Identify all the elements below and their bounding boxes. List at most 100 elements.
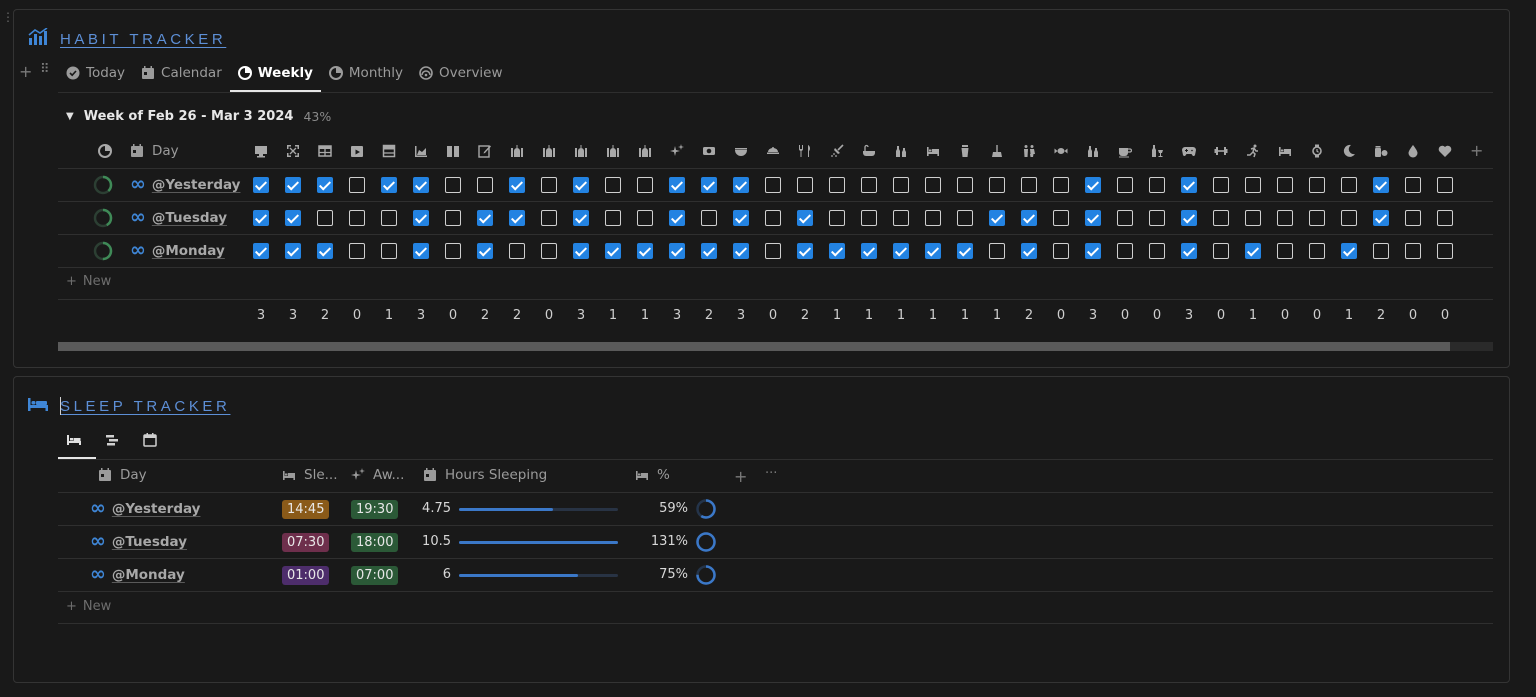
broom-icon[interactable] [988,142,1006,160]
habit-new-row-button[interactable]: + New [66,274,111,289]
habit-checkbox[interactable] [1085,177,1101,193]
row-title[interactable]: ∞ @Monday [130,241,225,260]
habit-checkbox[interactable] [253,243,269,259]
mosque-icon[interactable] [604,142,622,160]
habit-checkbox[interactable] [1021,243,1037,259]
habit-checkbox[interactable] [1021,210,1037,226]
habit-checkbox[interactable] [1213,177,1229,193]
habit-checkbox[interactable] [1021,177,1037,193]
date-mention[interactable]: @Yesterday [112,501,201,517]
habit-checkbox[interactable] [541,210,557,226]
drag-handle-icon[interactable]: ⠿ [40,62,49,77]
awake-header[interactable]: Aw... [351,467,404,483]
row-title[interactable]: ∞ @Monday [90,565,185,584]
tab-today[interactable]: Today [58,56,133,90]
habit-checkbox[interactable] [285,177,301,193]
tab-overview[interactable]: Overview [411,56,511,90]
habit-checkbox[interactable] [1277,177,1293,193]
drop-icon[interactable] [1404,142,1422,160]
habit-checkbox[interactable] [541,243,557,259]
habit-checkbox[interactable] [349,177,365,193]
row-title[interactable]: ∞ @Yesterday [130,175,240,194]
eye-icon[interactable] [700,142,718,160]
habit-checkbox[interactable] [573,177,589,193]
habit-checkbox[interactable] [1437,243,1453,259]
habit-checkbox[interactable] [989,243,1005,259]
sleep-time-badge[interactable]: 14:45 [282,500,330,519]
habit-checkbox[interactable] [1373,210,1389,226]
habit-checkbox[interactable] [1373,177,1389,193]
habit-checkbox[interactable] [477,177,493,193]
habit-checkbox[interactable] [605,210,621,226]
habit-checkbox[interactable] [317,243,333,259]
view-tab-calendar[interactable] [136,426,164,454]
mosque-icon[interactable] [508,142,526,160]
awake-time-badge[interactable]: 07:00 [351,566,399,585]
row-title[interactable]: ∞ @Tuesday [130,208,227,227]
awake-time-badge[interactable]: 19:30 [351,500,399,519]
habit-checkbox[interactable] [541,177,557,193]
habit-checkbox[interactable] [445,177,461,193]
habit-checkbox[interactable] [605,243,621,259]
habit-checkbox[interactable] [509,210,525,226]
habit-checkbox[interactable] [797,243,813,259]
habit-checkbox[interactable] [381,177,397,193]
habit-checkbox[interactable] [1437,210,1453,226]
habit-checkbox[interactable] [413,243,429,259]
cutlery-icon[interactable] [796,142,814,160]
sleep-start-header[interactable]: Sle... [282,467,338,483]
habit-checkbox[interactable] [701,177,717,193]
habit-checkbox[interactable] [861,243,877,259]
area-chart-icon[interactable] [412,142,430,160]
edit-icon[interactable] [476,142,494,160]
gamepad-icon[interactable] [1180,142,1198,160]
add-block-icon[interactable]: + [19,62,32,81]
sleep-new-row-button[interactable]: + New [66,599,111,614]
habit-checkbox[interactable] [349,210,365,226]
run-icon[interactable] [1244,142,1262,160]
heart-icon[interactable] [1436,142,1454,160]
sleep-day-header[interactable]: Day [98,467,147,483]
habit-checkbox[interactable] [1053,243,1069,259]
habit-checkbox[interactable] [797,210,813,226]
collapse-caret-icon[interactable]: ▼ [66,111,74,122]
expand-icon[interactable] [284,142,302,160]
habit-checkbox[interactable] [317,210,333,226]
habit-checkbox[interactable] [1053,210,1069,226]
cup-icon[interactable] [956,142,974,160]
progress-column-icon[interactable] [96,142,114,160]
row-title[interactable]: ∞ @Yesterday [90,499,200,518]
habit-checkbox[interactable] [957,243,973,259]
habit-checkbox[interactable] [1181,210,1197,226]
row-title[interactable]: ∞ @Tuesday [90,532,187,551]
habit-checkbox[interactable] [1117,177,1133,193]
habit-checkbox[interactable] [1277,243,1293,259]
habit-checkbox[interactable] [1085,210,1101,226]
mosque-icon[interactable] [572,142,590,160]
habit-checkbox[interactable] [1149,243,1165,259]
habit-checkbox[interactable] [1117,243,1133,259]
habit-checkbox[interactable] [1117,210,1133,226]
block-drag-handle[interactable]: ⋮ [2,11,14,23]
habit-checkbox[interactable] [253,210,269,226]
date-mention[interactable]: @Monday [112,567,185,583]
sleep-time-badge[interactable]: 07:30 [282,533,330,552]
people-icon[interactable] [1020,142,1038,160]
habit-checkbox[interactable] [1245,243,1261,259]
candy-icon[interactable] [1052,142,1070,160]
habit-checkbox[interactable] [1149,210,1165,226]
habit-checkbox[interactable] [765,243,781,259]
bed-icon[interactable] [1276,142,1294,160]
habit-checkbox[interactable] [477,210,493,226]
habit-checkbox[interactable] [765,210,781,226]
habit-checkbox[interactable] [1341,243,1357,259]
dish-icon[interactable] [764,142,782,160]
habit-checkbox[interactable] [445,243,461,259]
view-tab-table[interactable] [60,426,88,454]
moon-icon[interactable] [1340,142,1358,160]
habit-checkbox[interactable] [509,243,525,259]
bath-icon[interactable] [860,142,878,160]
habit-checkbox[interactable] [573,210,589,226]
date-mention[interactable]: @Tuesday [112,534,187,550]
habit-checkbox[interactable] [1437,177,1453,193]
